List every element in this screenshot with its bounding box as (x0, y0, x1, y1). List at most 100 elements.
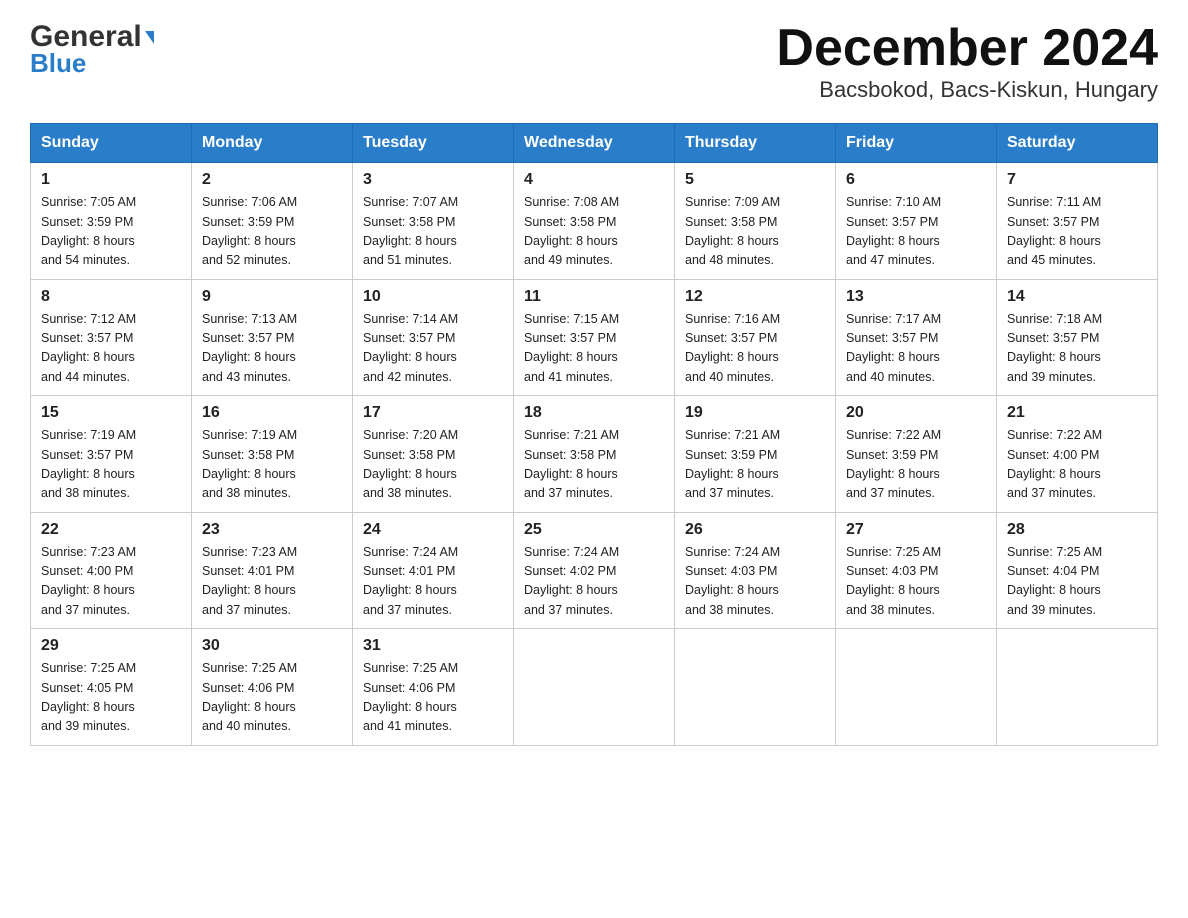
day-number: 22 (41, 521, 181, 539)
day-info: Sunrise: 7:22 AMSunset: 3:59 PMDaylight:… (846, 426, 986, 504)
page-title: December 2024 (776, 20, 1158, 77)
calendar-cell: 4 Sunrise: 7:08 AMSunset: 3:58 PMDaylight… (514, 163, 675, 280)
day-number: 29 (41, 637, 181, 655)
calendar-cell: 3 Sunrise: 7:07 AMSunset: 3:58 PMDaylight… (353, 163, 514, 280)
day-number: 12 (685, 288, 825, 306)
day-info: Sunrise: 7:07 AMSunset: 3:58 PMDaylight:… (363, 193, 503, 271)
calendar-cell: 8 Sunrise: 7:12 AMSunset: 3:57 PMDaylight… (31, 279, 192, 396)
calendar-week-row: 1 Sunrise: 7:05 AMSunset: 3:59 PMDaylight… (31, 163, 1158, 280)
day-info: Sunrise: 7:24 AMSunset: 4:01 PMDaylight:… (363, 543, 503, 621)
day-number: 30 (202, 637, 342, 655)
calendar-week-row: 22 Sunrise: 7:23 AMSunset: 4:00 PMDayligh… (31, 512, 1158, 629)
day-info: Sunrise: 7:06 AMSunset: 3:59 PMDaylight:… (202, 193, 342, 271)
day-info: Sunrise: 7:21 AMSunset: 3:58 PMDaylight:… (524, 426, 664, 504)
day-header-saturday: Saturday (997, 124, 1158, 163)
day-info: Sunrise: 7:10 AMSunset: 3:57 PMDaylight:… (846, 193, 986, 271)
day-number: 31 (363, 637, 503, 655)
day-header-tuesday: Tuesday (353, 124, 514, 163)
calendar-cell (514, 629, 675, 746)
day-number: 5 (685, 171, 825, 189)
day-info: Sunrise: 7:24 AMSunset: 4:03 PMDaylight:… (685, 543, 825, 621)
calendar-cell: 18 Sunrise: 7:21 AMSunset: 3:58 PMDayligh… (514, 396, 675, 513)
day-number: 14 (1007, 288, 1147, 306)
calendar-cell (836, 629, 997, 746)
calendar-cell: 10 Sunrise: 7:14 AMSunset: 3:57 PMDayligh… (353, 279, 514, 396)
day-info: Sunrise: 7:18 AMSunset: 3:57 PMDaylight:… (1007, 310, 1147, 388)
day-header-thursday: Thursday (675, 124, 836, 163)
day-number: 27 (846, 521, 986, 539)
calendar-cell: 20 Sunrise: 7:22 AMSunset: 3:59 PMDayligh… (836, 396, 997, 513)
day-number: 25 (524, 521, 664, 539)
day-info: Sunrise: 7:21 AMSunset: 3:59 PMDaylight:… (685, 426, 825, 504)
day-number: 11 (524, 288, 664, 306)
day-info: Sunrise: 7:12 AMSunset: 3:57 PMDaylight:… (41, 310, 181, 388)
title-block: December 2024 Bacsbokod, Bacs-Kiskun, Hu… (776, 20, 1158, 103)
calendar-cell (675, 629, 836, 746)
calendar-cell: 21Sunrise: 7:22 AMSunset: 4:00 PMDayligh… (997, 396, 1158, 513)
day-info: Sunrise: 7:25 AMSunset: 4:03 PMDaylight:… (846, 543, 986, 621)
calendar-week-row: 15 Sunrise: 7:19 AMSunset: 3:57 PMDayligh… (31, 396, 1158, 513)
calendar-cell: 11 Sunrise: 7:15 AMSunset: 3:57 PMDayligh… (514, 279, 675, 396)
day-header-wednesday: Wednesday (514, 124, 675, 163)
calendar-cell: 5 Sunrise: 7:09 AMSunset: 3:58 PMDaylight… (675, 163, 836, 280)
day-number: 8 (41, 288, 181, 306)
calendar-cell: 16 Sunrise: 7:19 AMSunset: 3:58 PMDayligh… (192, 396, 353, 513)
day-header-friday: Friday (836, 124, 997, 163)
day-number: 4 (524, 171, 664, 189)
day-number: 7 (1007, 171, 1147, 189)
day-number: 28 (1007, 521, 1147, 539)
day-info: Sunrise: 7:05 AMSunset: 3:59 PMDaylight:… (41, 193, 181, 271)
calendar-week-row: 8 Sunrise: 7:12 AMSunset: 3:57 PMDaylight… (31, 279, 1158, 396)
day-header-monday: Monday (192, 124, 353, 163)
day-info: Sunrise: 7:11 AMSunset: 3:57 PMDaylight:… (1007, 193, 1147, 271)
calendar-cell: 17Sunrise: 7:20 AMSunset: 3:58 PMDayligh… (353, 396, 514, 513)
calendar-cell: 22 Sunrise: 7:23 AMSunset: 4:00 PMDayligh… (31, 512, 192, 629)
calendar-cell: 14 Sunrise: 7:18 AMSunset: 3:57 PMDayligh… (997, 279, 1158, 396)
page-header: General Blue December 2024 Bacsbokod, Ba… (30, 20, 1158, 103)
day-number: 9 (202, 288, 342, 306)
calendar-cell: 13Sunrise: 7:17 AMSunset: 3:57 PMDayligh… (836, 279, 997, 396)
day-number: 18 (524, 404, 664, 422)
day-number: 3 (363, 171, 503, 189)
day-number: 20 (846, 404, 986, 422)
calendar-cell: 30 Sunrise: 7:25 AMSunset: 4:06 PMDayligh… (192, 629, 353, 746)
day-info: Sunrise: 7:09 AMSunset: 3:58 PMDaylight:… (685, 193, 825, 271)
calendar-table: SundayMondayTuesdayWednesdayThursdayFrid… (30, 123, 1158, 746)
day-info: Sunrise: 7:25 AMSunset: 4:06 PMDaylight:… (202, 659, 342, 737)
day-number: 24 (363, 521, 503, 539)
day-info: Sunrise: 7:19 AMSunset: 3:58 PMDaylight:… (202, 426, 342, 504)
calendar-cell: 9 Sunrise: 7:13 AMSunset: 3:57 PMDaylight… (192, 279, 353, 396)
day-info: Sunrise: 7:14 AMSunset: 3:57 PMDaylight:… (363, 310, 503, 388)
page-subtitle: Bacsbokod, Bacs-Kiskun, Hungary (776, 77, 1158, 103)
day-info: Sunrise: 7:15 AMSunset: 3:57 PMDaylight:… (524, 310, 664, 388)
calendar-cell: 6 Sunrise: 7:10 AMSunset: 3:57 PMDaylight… (836, 163, 997, 280)
day-info: Sunrise: 7:16 AMSunset: 3:57 PMDaylight:… (685, 310, 825, 388)
day-info: Sunrise: 7:23 AMSunset: 4:00 PMDaylight:… (41, 543, 181, 621)
calendar-header-row: SundayMondayTuesdayWednesdayThursdayFrid… (31, 124, 1158, 163)
day-number: 23 (202, 521, 342, 539)
day-number: 6 (846, 171, 986, 189)
calendar-cell: 19Sunrise: 7:21 AMSunset: 3:59 PMDayligh… (675, 396, 836, 513)
day-number: 16 (202, 404, 342, 422)
day-number: 10 (363, 288, 503, 306)
logo-arrow-icon (145, 31, 154, 44)
calendar-cell: 26 Sunrise: 7:24 AMSunset: 4:03 PMDayligh… (675, 512, 836, 629)
day-number: 1 (41, 171, 181, 189)
day-info: Sunrise: 7:19 AMSunset: 3:57 PMDaylight:… (41, 426, 181, 504)
day-info: Sunrise: 7:25 AMSunset: 4:04 PMDaylight:… (1007, 543, 1147, 621)
calendar-cell: 28 Sunrise: 7:25 AMSunset: 4:04 PMDayligh… (997, 512, 1158, 629)
day-info: Sunrise: 7:23 AMSunset: 4:01 PMDaylight:… (202, 543, 342, 621)
day-info: Sunrise: 7:13 AMSunset: 3:57 PMDaylight:… (202, 310, 342, 388)
calendar-cell: 7 Sunrise: 7:11 AMSunset: 3:57 PMDaylight… (997, 163, 1158, 280)
day-info: Sunrise: 7:08 AMSunset: 3:58 PMDaylight:… (524, 193, 664, 271)
calendar-cell: 12 Sunrise: 7:16 AMSunset: 3:57 PMDayligh… (675, 279, 836, 396)
calendar-cell: 1 Sunrise: 7:05 AMSunset: 3:59 PMDaylight… (31, 163, 192, 280)
day-number: 13 (846, 288, 986, 306)
day-number: 21 (1007, 404, 1147, 422)
day-number: 15 (41, 404, 181, 422)
day-info: Sunrise: 7:24 AMSunset: 4:02 PMDaylight:… (524, 543, 664, 621)
calendar-week-row: 29Sunrise: 7:25 AMSunset: 4:05 PMDayligh… (31, 629, 1158, 746)
day-info: Sunrise: 7:25 AMSunset: 4:06 PMDaylight:… (363, 659, 503, 737)
calendar-cell: 31 Sunrise: 7:25 AMSunset: 4:06 PMDayligh… (353, 629, 514, 746)
day-number: 26 (685, 521, 825, 539)
